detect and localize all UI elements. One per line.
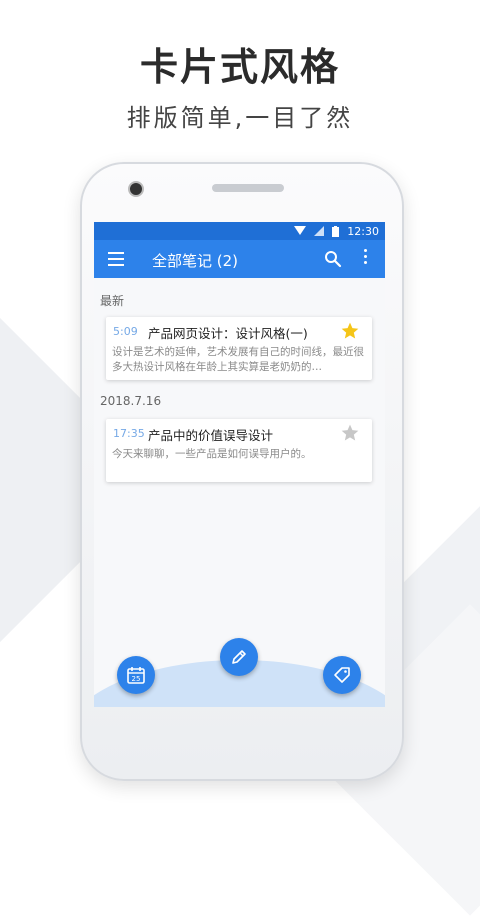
battery-icon — [332, 225, 340, 237]
note-preview: 今天来聊聊，一些产品是如何误导用户的。 — [112, 448, 312, 460]
star-icon[interactable] — [340, 321, 360, 341]
calendar-icon: 25 — [127, 667, 145, 684]
note-card[interactable]: 5:09 产品网页设计：设计风格(一) 设计是艺术的延伸，艺术发展有自己的时间线… — [106, 317, 372, 380]
section-label: 最新 — [100, 294, 125, 308]
star-icon[interactable] — [340, 423, 360, 443]
promo-headline: 卡片式风格 — [139, 45, 340, 89]
pencil-icon — [232, 650, 246, 664]
note-time: 17:35 — [113, 427, 145, 440]
wifi-icon — [294, 226, 307, 235]
note-title: 产品中的价值误导设计 — [148, 428, 274, 443]
speaker — [212, 184, 284, 192]
page-title: 全部笔记 (2) — [152, 252, 239, 270]
search-icon[interactable] — [324, 250, 342, 268]
note-title: 产品网页设计：设计风格(一) — [148, 326, 308, 341]
note-card[interactable]: 17:35 产品中的价值误导设计 今天来聊聊，一些产品是如何误导用户的。 — [106, 419, 372, 482]
camera — [128, 181, 144, 197]
promo-subheadline: 排版简单,一目了然 — [126, 104, 354, 132]
tags-button[interactable] — [323, 656, 361, 694]
status-time: 12:30 — [347, 224, 379, 238]
section-label: 2018.7.16 — [100, 394, 162, 408]
signal-icon — [314, 226, 325, 236]
note-time: 5:09 — [113, 325, 138, 338]
new-note-button[interactable] — [220, 638, 258, 676]
status-bar: 12:30 — [94, 222, 385, 240]
calendar-button[interactable]: 25 — [117, 656, 155, 694]
tag-icon — [334, 667, 350, 683]
app-bar: 全部笔记 (2) — [94, 240, 385, 278]
calendar-date: 25 — [132, 675, 141, 683]
phone-screen: 12:30 全部笔记 (2) 最新 5:09 产品网页设计：设计风格(一) 设计… — [94, 222, 385, 707]
menu-icon[interactable] — [108, 252, 124, 266]
note-preview: 设计是艺术的延伸，艺术发展有自己的时间线，最近很多大热设计风格在年龄上其实算是老… — [112, 346, 364, 373]
more-vert-icon[interactable] — [362, 249, 368, 269]
